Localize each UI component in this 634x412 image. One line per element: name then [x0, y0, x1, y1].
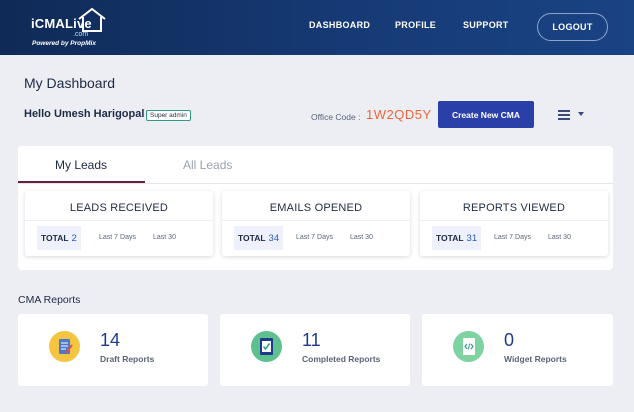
widget-report-icon [453, 331, 484, 362]
office-code-label: Office Code : [311, 112, 361, 122]
logo[interactable]: iCMALive .com Powered by PropMix [31, 7, 111, 51]
stat-divider [420, 220, 608, 221]
stat-card-leads-received: LEADS RECEIVED TOTAL 2 Last 7 Days Last … [25, 191, 213, 256]
report-label: Completed Reports [302, 354, 381, 364]
nav-profile[interactable]: PROFILE [395, 20, 436, 30]
stat-total[interactable]: TOTAL 31 [432, 226, 482, 250]
logout-button[interactable]: LOGOUT [537, 13, 608, 41]
completed-report-icon [251, 331, 282, 362]
stat-card-emails-opened: EMAILS OPENED TOTAL 34 Last 7 Days Last … [222, 191, 410, 256]
stat-title: LEADS RECEIVED [69, 202, 169, 214]
stat-total[interactable]: TOTAL 34 [234, 226, 284, 250]
top-navbar: iCMALive .com Powered by PropMix DASHBOA… [0, 0, 634, 55]
total-value: 2 [71, 232, 77, 244]
last-30-option[interactable]: Last 30 [548, 234, 571, 241]
tab-divider [18, 183, 613, 184]
nav-dashboard[interactable]: DASHBOARD [309, 20, 370, 30]
last-7-days-option[interactable]: Last 7 Days [494, 234, 531, 241]
logo-domain: .com [73, 31, 89, 38]
report-count: 0 [504, 330, 515, 350]
cma-reports-heading: CMA Reports [18, 294, 81, 306]
last-30-option[interactable]: Last 30 [350, 234, 373, 241]
widget-reports-card[interactable]: 0 Widget Reports [422, 314, 613, 386]
logo-powered-by: Powered by PropMix [32, 40, 96, 47]
stat-divider [222, 220, 410, 221]
leads-panel: My Leads All Leads LEADS RECEIVED TOTAL … [18, 146, 613, 270]
total-value: 31 [466, 232, 478, 244]
page-title: My Dashboard [24, 75, 116, 91]
tab-my-leads[interactable]: My Leads [55, 158, 107, 172]
report-label: Widget Reports [504, 354, 567, 364]
stat-title: REPORTS VIEWED [462, 202, 566, 214]
chevron-down-icon [578, 112, 584, 116]
draft-reports-card[interactable]: 14 Draft Reports [18, 314, 208, 386]
total-label: TOTAL [436, 233, 464, 243]
report-label: Draft Reports [100, 354, 155, 364]
create-new-cma-button[interactable]: Create New CMA [438, 101, 534, 128]
completed-reports-card[interactable]: 11 Completed Reports [220, 314, 410, 386]
active-tab-indicator [18, 181, 145, 183]
report-count: 14 [100, 330, 121, 350]
last-30-option[interactable]: Last 30 [153, 234, 176, 241]
stat-title: EMAILS OPENED [269, 202, 363, 214]
tab-all-leads[interactable]: All Leads [183, 158, 232, 172]
last-7-days-option[interactable]: Last 7 Days [296, 234, 333, 241]
stat-card-reports-viewed: REPORTS VIEWED TOTAL 31 Last 7 Days Last… [420, 191, 608, 256]
role-badge: Super admin [146, 110, 191, 121]
total-value: 34 [268, 232, 280, 244]
office-code-value: 1W2QD5Y [366, 107, 432, 122]
nav-support[interactable]: SUPPORT [463, 20, 509, 30]
stat-divider [25, 220, 213, 221]
greeting: Hello Umesh Harigopal [24, 108, 145, 120]
hamburger-icon[interactable] [558, 109, 588, 121]
last-7-days-option[interactable]: Last 7 Days [99, 234, 136, 241]
total-label: TOTAL [41, 233, 69, 243]
stat-total[interactable]: TOTAL 2 [37, 226, 81, 250]
total-label: TOTAL [238, 233, 266, 243]
draft-report-icon [49, 331, 80, 362]
report-count: 11 [302, 330, 321, 350]
